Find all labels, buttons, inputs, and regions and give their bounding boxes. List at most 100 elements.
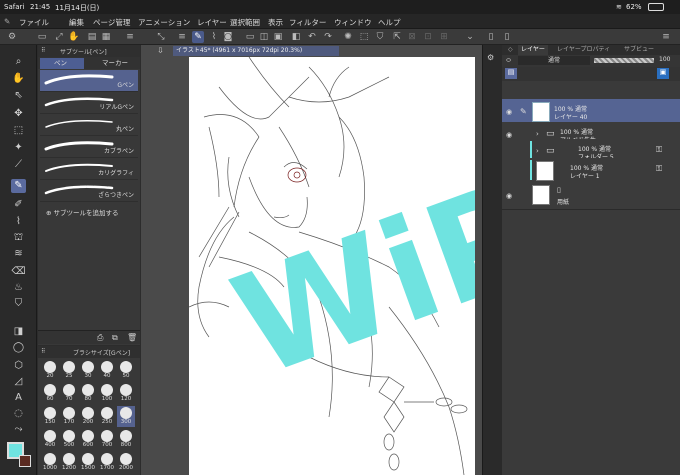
brush-item-round-pen[interactable]: 丸ペン [40, 114, 138, 136]
ruler-icon[interactable]: ◿ [11, 375, 26, 389]
size-cell[interactable]: 170 [60, 406, 78, 427]
size-cell[interactable]: 30 [79, 360, 97, 381]
fill-icon[interactable]: ▣ [272, 31, 284, 43]
invert-icon[interactable]: ⊞ [438, 31, 450, 43]
menu-file[interactable]: ファイル [19, 17, 49, 28]
menu-layer[interactable]: レイヤー [197, 17, 227, 28]
size-cell[interactable]: 2000 [117, 452, 135, 473]
panel-icon[interactable]: ▤ [86, 31, 98, 43]
tab-pen[interactable]: ペン [40, 58, 84, 69]
tab-layer[interactable]: レイヤー [518, 45, 548, 55]
operation-icon[interactable]: ⇖ [11, 89, 26, 103]
chevron-right-icon[interactable]: › [536, 130, 539, 138]
menu-filter[interactable]: フィルター [289, 17, 326, 28]
size-cell[interactable]: 50 [117, 360, 135, 381]
navigator-panel-icon[interactable]: ⚙ [487, 53, 494, 62]
pen-tool-icon[interactable]: ✎ [11, 179, 26, 193]
eyedropper-icon[interactable]: ⟋ [11, 158, 26, 172]
figure-icon[interactable]: ◯ [11, 341, 26, 355]
brush-item-calligraphy[interactable]: カリグラフィ [40, 158, 138, 180]
move-layer-icon[interactable]: ✥ [11, 107, 26, 121]
text-icon[interactable]: A [11, 391, 26, 405]
brush-mode-icon[interactable]: ⌇ [208, 31, 220, 43]
opacity-value[interactable]: 100 [659, 56, 670, 63]
blend-icon[interactable]: ⬭ [506, 57, 511, 65]
selection-icon[interactable]: ⬚ [11, 124, 26, 138]
magic-wand-icon[interactable]: ✦ [11, 141, 26, 155]
correct-line-icon[interactable]: ⤳ [11, 423, 26, 437]
add-subtool-button[interactable]: ⊕ サブツールを追加する [46, 207, 119, 217]
app-logo-icon[interactable]: ✎ [4, 17, 10, 26]
collapse-icon[interactable]: ⤡ [155, 31, 167, 43]
size-cell[interactable]: 600 [79, 429, 97, 450]
pencil-tool-icon[interactable]: ✐ [11, 198, 26, 212]
frame-icon[interactable]: ⬡ [11, 359, 26, 373]
menu-icon[interactable]: ≡ [124, 31, 136, 43]
brush-item-real-g-pen[interactable]: リアルGペン [40, 92, 138, 114]
menu-window[interactable]: ウィンドウ [334, 17, 372, 28]
undo-icon[interactable]: ↶ [306, 31, 318, 43]
settings-icon[interactable]: ⚙ [6, 31, 18, 43]
eraser-icon[interactable]: ⌫ [11, 265, 26, 279]
tab-marker[interactable]: マーカー [88, 58, 132, 69]
chevron-down-icon[interactable]: ⌄ [464, 31, 476, 43]
panel-toggle-2-icon[interactable]: ▯ [501, 31, 513, 43]
sparkle-icon[interactable]: ✺ [342, 31, 354, 43]
opacity-slider[interactable] [594, 58, 654, 63]
size-cell[interactable]: 1000 [41, 452, 59, 473]
grip-icon[interactable]: ⠿ [41, 47, 45, 54]
lock-icon[interactable]: ⚿ [656, 164, 662, 174]
menu-view[interactable]: 表示 [268, 17, 283, 28]
brush-item-g-pen[interactable]: Gペン [40, 70, 138, 92]
layer-row[interactable]: 100 % 通常 レイヤー 1 ⚿ [502, 158, 680, 184]
settings-subtool-icon[interactable]: ⎙ [97, 333, 103, 343]
eye-icon[interactable]: ◉ [506, 108, 515, 116]
size-cell[interactable]: 1200 [60, 452, 78, 473]
gradient-icon[interactable]: ◨ [11, 325, 26, 339]
panel-toggle-icon[interactable]: ▯ [485, 31, 497, 43]
eye-icon[interactable]: ◉ [506, 131, 515, 139]
size-cell[interactable]: 1700 [98, 452, 116, 473]
size-cell[interactable]: 70 [60, 383, 78, 404]
size-cell[interactable]: 120 [117, 383, 135, 404]
grid-icon[interactable]: ▦ [100, 31, 112, 43]
hand-tool-icon[interactable]: ✋ [11, 72, 26, 86]
lock-icon[interactable]: ⚿ [656, 145, 662, 155]
canvas-tab[interactable]: イラスト45* (4961 x 7016px 72dpi 20.3%) [173, 46, 339, 56]
menu-animation[interactable]: アニメーション [138, 17, 190, 28]
crop-icon[interactable]: ⊡ [422, 31, 434, 43]
size-cell[interactable]: 800 [117, 429, 135, 450]
size-cell[interactable]: 80 [79, 383, 97, 404]
layer-icon[interactable]: ◫ [258, 31, 270, 43]
tab-layer-property[interactable]: レイヤープロパティ [557, 45, 610, 55]
size-cell[interactable]: 700 [98, 429, 116, 450]
expand-icon[interactable]: ⤢ [53, 31, 65, 43]
grip-icon[interactable]: ⠿ [41, 348, 45, 355]
sub-color-swatch[interactable] [19, 455, 31, 467]
folder-icon[interactable]: ▭ [36, 31, 48, 43]
airbrush-icon[interactable]: ⛫ [11, 231, 26, 245]
zoom-icon[interactable]: ⌕ [11, 55, 26, 69]
reference-icon[interactable]: ▤ [505, 68, 517, 79]
layer-color-icon[interactable]: ▣ [657, 68, 669, 79]
size-cell[interactable]: 60 [41, 383, 59, 404]
eye-icon[interactable]: ◉ [506, 192, 515, 200]
size-cell[interactable]: 100 [98, 383, 116, 404]
hand-icon[interactable]: ✋ [68, 31, 80, 43]
size-cell[interactable]: 200 [79, 406, 97, 427]
size-cell[interactable]: 500 [60, 429, 78, 450]
size-cell-selected[interactable]: 300 [117, 406, 135, 427]
transform-icon[interactable]: ⇱ [391, 31, 403, 43]
select-icon[interactable]: ⬚ [358, 31, 370, 43]
balloon-icon[interactable]: ◌ [11, 407, 26, 421]
size-cell[interactable]: 250 [98, 406, 116, 427]
blend-icon[interactable]: ♨ [11, 281, 26, 295]
save-icon[interactable]: ◧ [290, 31, 302, 43]
menu-page[interactable]: ページ管理 [93, 17, 130, 28]
navigator-icon[interactable]: ⇩ [157, 46, 164, 55]
blend-mode-select[interactable]: 通常 [518, 56, 590, 65]
size-cell[interactable]: 40 [98, 360, 116, 381]
size-cell[interactable]: 1500 [79, 452, 97, 473]
paper-layer-row[interactable]: ◉ ▯ 用紙 [502, 182, 680, 210]
decoration-icon[interactable]: ≋ [11, 247, 26, 261]
